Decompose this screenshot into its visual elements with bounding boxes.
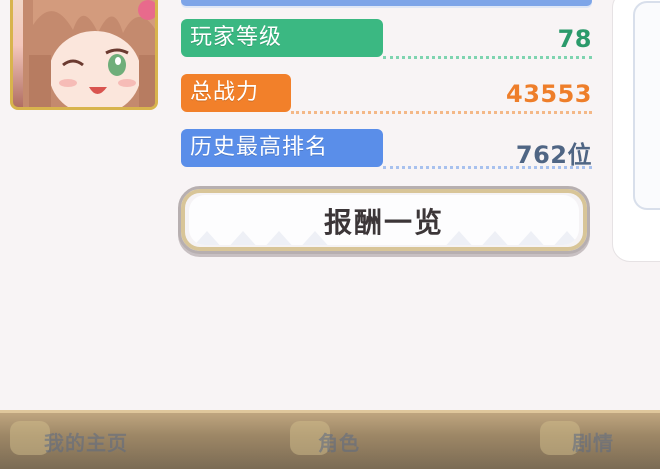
avatar-portrait (23, 0, 155, 107)
profile-screen: 玩家等级 78 总战力 43553 历史最高排名 762位 报酬一览 我的主页 … (0, 0, 660, 469)
stat-dotted-line (291, 109, 592, 114)
stat-row-best-rank: 历史最高排名 762位 (181, 129, 592, 169)
reward-button-face: 报酬一览 (189, 195, 579, 245)
stat-value: 78 (557, 25, 592, 53)
nav-item-home[interactable]: 我的主页 (44, 427, 128, 456)
side-panel (612, 0, 660, 262)
nav-item-story[interactable]: 剧情 (572, 427, 614, 456)
stat-dotted-line (383, 54, 592, 59)
stat-label: 玩家等级 (190, 25, 283, 50)
stat-label: 总战力 (190, 80, 260, 105)
stat-row-player-level: 玩家等级 78 (181, 19, 592, 59)
nav-item-character[interactable]: 角色 (318, 427, 360, 456)
side-panel-inner (633, 1, 660, 210)
stat-label-pill: 总战力 (181, 74, 291, 112)
stat-value: 43553 (506, 80, 592, 108)
bottom-nav: 我的主页 角色 剧情 (0, 410, 660, 469)
panel-top-rule (181, 0, 592, 6)
stat-label-pill: 玩家等级 (181, 19, 383, 57)
reward-list-button[interactable]: 报酬一览 (178, 186, 590, 254)
player-avatar[interactable] (10, 0, 158, 110)
stat-label: 历史最高排名 (190, 135, 329, 160)
stat-label-pill: 历史最高排名 (181, 129, 383, 167)
reward-button-label: 报酬一览 (323, 206, 444, 239)
stat-value: 762位 (515, 141, 592, 169)
stat-row-total-power: 总战力 43553 (181, 74, 592, 114)
